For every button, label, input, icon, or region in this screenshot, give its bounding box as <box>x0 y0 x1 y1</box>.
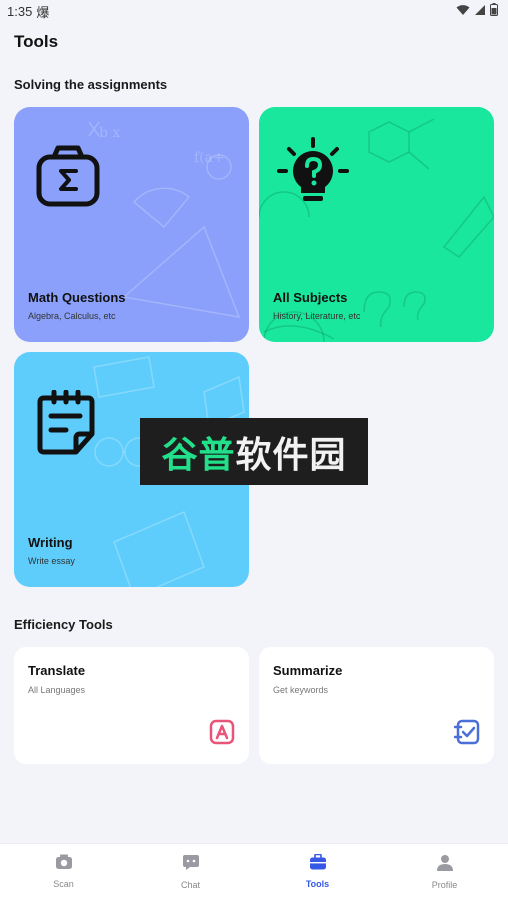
summarize-title: Summarize <box>273 663 343 678</box>
bottom-navigation: Scan Chat Tools Profile <box>0 843 508 903</box>
nav-profile-label: Profile <box>431 880 458 890</box>
notepad-icon <box>36 389 96 461</box>
person-icon <box>436 854 454 876</box>
signal-icon <box>474 4 486 19</box>
translate-card[interactable]: Translate All Languages <box>14 647 249 764</box>
battery-icon <box>490 3 498 19</box>
sigma-camera-icon <box>36 145 100 212</box>
all-subjects-title: All Subjects <box>273 290 348 305</box>
writing-title: Writing <box>28 535 73 550</box>
watermark-logo: 谷普 软件园 <box>140 418 368 485</box>
math-doodle-decoration: b x f(a+ <box>88 121 241 342</box>
writing-subtitle: Write essay <box>28 556 75 566</box>
wifi-icon <box>456 4 470 19</box>
summarize-subtitle: Get keywords <box>273 685 329 695</box>
nav-chat-label: Chat <box>180 880 200 890</box>
nav-scan-label: Scan <box>53 879 74 889</box>
nav-tools-label: Tools <box>305 879 330 889</box>
section-title-solving: Solving the assignments <box>14 77 168 92</box>
translate-subtitle: All Languages <box>28 685 86 695</box>
nav-profile[interactable]: Profile <box>381 844 508 903</box>
toolbox-icon <box>309 853 327 875</box>
all-subjects-card[interactable]: All Subjects History, Literature, etc <box>259 107 494 342</box>
nav-chat[interactable]: Chat <box>127 844 254 903</box>
svg-text:b x: b x <box>99 125 120 141</box>
translate-icon <box>209 719 235 750</box>
chat-icon <box>182 854 200 876</box>
section-title-efficiency: Efficiency Tools <box>14 617 113 632</box>
summarize-card[interactable]: Summarize Get keywords <box>259 647 494 764</box>
summarize-icon <box>453 719 480 750</box>
nav-scan[interactable]: Scan <box>0 844 127 903</box>
svg-text:f(a+: f(a+ <box>194 150 225 166</box>
status-time: 1:35 <box>7 3 33 19</box>
all-subjects-subtitle: History, Literature, etc <box>273 311 361 321</box>
status-extra: 爆 <box>36 4 50 20</box>
page-title: Tools <box>14 32 59 51</box>
math-questions-card[interactable]: b x f(a+ Math Questions Algebra, Calculu… <box>14 107 249 342</box>
translate-title: Translate <box>28 663 86 678</box>
status-bar: 1:35 爆 <box>0 0 508 22</box>
lightbulb-question-icon <box>277 137 349 214</box>
nav-tools[interactable]: Tools <box>254 844 381 903</box>
math-questions-subtitle: Algebra, Calculus, etc <box>28 311 116 321</box>
camera-icon <box>55 854 73 875</box>
math-questions-title: Math Questions <box>28 290 126 305</box>
